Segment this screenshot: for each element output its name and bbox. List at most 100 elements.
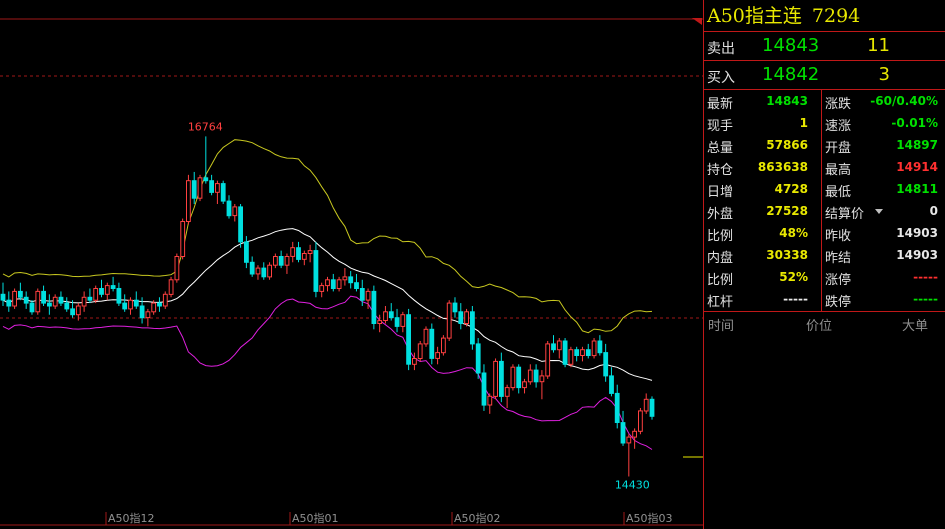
quote-value: 52%	[779, 270, 808, 284]
quote-value-right: -----	[913, 270, 938, 284]
candle-body	[220, 183, 226, 202]
candle-body	[203, 177, 209, 182]
bid-row[interactable]: 买入 14842 3	[704, 61, 945, 90]
high-price-label: 16764	[188, 120, 223, 133]
ticks-time-header: 时间	[708, 319, 735, 334]
quote-label: 比例	[707, 273, 734, 288]
x-axis-label: A50指12	[108, 511, 155, 525]
kline-chart[interactable]: 16764 14430 A50指12 A50指01 A50指02 A50指03	[0, 0, 703, 529]
candle-body	[35, 290, 41, 313]
candle-body	[81, 296, 87, 307]
candle-body	[591, 340, 597, 357]
candle-body	[162, 293, 168, 307]
quote-value-right: 14897	[896, 138, 938, 152]
x-axis-label: A50指03	[626, 511, 673, 525]
quote-row: 持仓 863638 最高 14914	[704, 156, 945, 178]
candle-body	[87, 296, 93, 301]
instrument-code: 7294	[811, 5, 861, 27]
quote-row: 比例 52% 涨停 -----	[704, 266, 945, 288]
quote-row: 外盘 27528 结算价 0	[704, 200, 945, 222]
quote-value: 863638	[757, 160, 808, 174]
candle-body	[273, 256, 278, 266]
candle-body	[400, 314, 406, 327]
candle-body	[620, 422, 626, 444]
candle-body	[209, 180, 214, 193]
ticks-big-header: 大单	[902, 319, 929, 334]
quote-label-right: 最高	[825, 163, 852, 178]
candle-body	[649, 398, 655, 417]
candle-body	[417, 343, 423, 359]
quote-value: 27528	[766, 204, 808, 218]
candle-body	[307, 250, 313, 255]
quote-row: 杠杆 ----- 跌停 -----	[704, 288, 945, 310]
quote-label-right: 最低	[825, 185, 852, 200]
candle-body	[313, 250, 319, 292]
quote-label: 最新	[707, 97, 734, 112]
candle-body	[290, 247, 296, 257]
candle-body	[336, 279, 342, 289]
candle-body	[464, 311, 470, 324]
quote-value-right: -0.01%	[891, 116, 938, 130]
candle-body	[145, 311, 151, 319]
candle-body	[475, 343, 481, 374]
candle-body	[110, 285, 116, 290]
candle-body	[0, 293, 6, 301]
corner-marker	[692, 18, 702, 25]
candle-body	[632, 430, 638, 438]
candle-body	[99, 288, 104, 295]
candle-body	[284, 256, 290, 266]
candle-body	[342, 276, 348, 281]
quote-value-right: -60/0.40%	[870, 94, 938, 108]
quote-label-right: 昨收	[825, 229, 852, 244]
quote-value: -----	[783, 292, 808, 306]
quote-row: 现手 1 速涨 -0.01%	[704, 112, 945, 134]
candle-body	[493, 360, 499, 397]
quote-value-right: 14903	[896, 248, 938, 262]
candle-body	[568, 349, 574, 365]
kline-svg[interactable]: 16764 14430 A50指12 A50指01 A50指02 A50指03	[0, 0, 703, 529]
quote-label: 杠杆	[707, 295, 734, 310]
candle-body	[470, 311, 475, 345]
candle-body	[556, 340, 562, 351]
candle-body	[232, 206, 238, 217]
quote-label-right: 速涨	[825, 119, 852, 134]
candle-body	[388, 311, 394, 319]
candle-body	[23, 296, 29, 304]
candle-body	[499, 360, 504, 397]
quote-label-right: 涨跌	[825, 97, 852, 112]
candle-body	[504, 387, 510, 397]
quote-label-right: 结算价	[825, 207, 865, 222]
quote-label-right: 涨停	[825, 273, 852, 288]
candle-body	[186, 180, 191, 222]
quote-label: 外盘	[707, 207, 734, 222]
candle-body	[354, 282, 359, 290]
candle-body	[516, 366, 522, 389]
boll-mid-line	[2, 228, 653, 381]
ticks-header: 时间 价位 大单	[704, 312, 945, 334]
candle-body	[249, 261, 255, 275]
candle-body	[441, 337, 446, 354]
candle-body	[244, 241, 249, 263]
candle-body	[58, 296, 64, 304]
bid-volume: 3	[878, 64, 890, 85]
quote-value: 4728	[774, 182, 808, 196]
candle-body	[70, 308, 75, 316]
dropdown-caret-icon[interactable]	[875, 209, 883, 214]
quote-label: 现手	[707, 119, 734, 134]
quote-label: 持仓	[707, 163, 734, 178]
candle-body	[93, 288, 99, 301]
quote-value: 48%	[779, 226, 808, 240]
candle-body	[12, 290, 17, 307]
candle-body	[643, 398, 649, 412]
quote-value: 1	[799, 116, 808, 130]
candle-body	[423, 328, 429, 345]
ask-row[interactable]: 卖出 14843 11	[704, 32, 945, 61]
candle-body	[394, 317, 400, 327]
candle-body	[75, 305, 81, 316]
candle-body	[325, 279, 330, 287]
instrument-name: A50指主连	[707, 5, 802, 27]
candle-body	[47, 302, 52, 307]
candle-body	[296, 247, 301, 260]
quote-label: 日增	[707, 185, 734, 200]
candle-body	[301, 253, 307, 260]
